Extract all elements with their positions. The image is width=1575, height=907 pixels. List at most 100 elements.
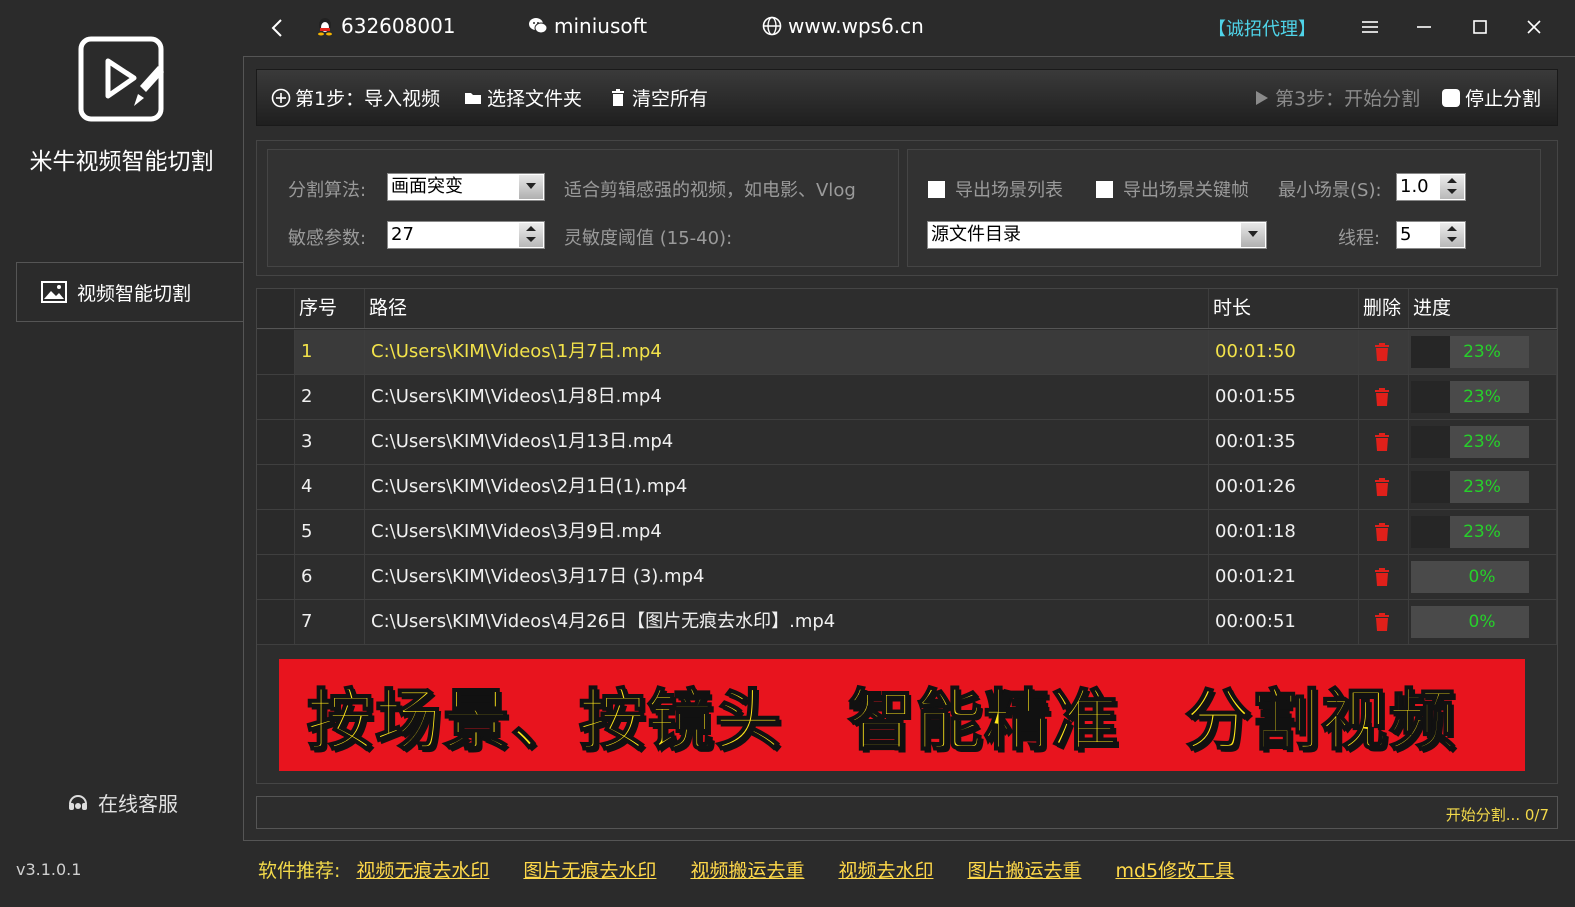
row-gutter[interactable] bbox=[257, 555, 295, 599]
header-index[interactable]: 序号 bbox=[295, 289, 365, 328]
header-progress[interactable]: 进度 bbox=[1409, 289, 1557, 328]
row-delete-cell bbox=[1359, 465, 1409, 509]
table-row[interactable]: 5 C:\Users\KIM\Videos\3月9日.mp4 00:01:18 23% bbox=[257, 510, 1557, 555]
back-arrow-icon[interactable] bbox=[267, 16, 287, 40]
stop-icon bbox=[1442, 88, 1460, 107]
progress-bar: 0% bbox=[1411, 606, 1529, 638]
maximize-icon[interactable] bbox=[1469, 16, 1491, 38]
row-gutter[interactable] bbox=[257, 420, 295, 464]
delete-trash-icon[interactable] bbox=[1374, 342, 1390, 362]
website-url: www.wps6.cn bbox=[788, 14, 924, 38]
table-row[interactable]: 3 C:\Users\KIM\Videos\1月13日.mp4 00:01:35 23… bbox=[257, 420, 1557, 465]
row-path: C:\Users\KIM\Videos\3月9日.mp4 bbox=[365, 510, 1209, 554]
export-keyframes-checkbox[interactable]: 导出场景关键帧 bbox=[1096, 176, 1249, 202]
export-scene-list-checkbox[interactable]: 导出场景列表 bbox=[928, 176, 1063, 202]
qq-penguin-icon bbox=[318, 18, 332, 36]
row-gutter[interactable] bbox=[257, 375, 295, 419]
row-index: 7 bbox=[295, 600, 365, 644]
row-gutter[interactable] bbox=[257, 330, 295, 374]
progress-bar: 23% bbox=[1411, 426, 1529, 458]
website-link[interactable]: www.wps6.cn bbox=[762, 14, 924, 38]
header-path[interactable]: 路径 bbox=[365, 289, 1209, 328]
footer-link[interactable]: 图片无痕去水印 bbox=[523, 856, 656, 883]
delete-trash-icon[interactable] bbox=[1374, 432, 1390, 452]
table-row[interactable]: 4 C:\Users\KIM\Videos\2月1日(1).mp4 00:01:26… bbox=[257, 465, 1557, 510]
close-icon[interactable] bbox=[1523, 16, 1545, 38]
video-table: 序号 路径 时长 删除 进度 1 C:\Users\KIM\Videos\1月7日… bbox=[256, 288, 1558, 784]
wechat-icon bbox=[529, 18, 548, 34]
footer-link[interactable]: 视频去水印 bbox=[838, 856, 933, 883]
sidebar-item-video-split[interactable]: 视频智能切割 bbox=[16, 262, 243, 322]
delete-trash-icon[interactable] bbox=[1374, 567, 1390, 587]
algo-value: 画面突变 bbox=[391, 176, 463, 197]
spin-arrows-icon[interactable] bbox=[519, 223, 543, 247]
output-dir-select[interactable]: 源文件目录 bbox=[927, 221, 1267, 249]
row-gutter[interactable] bbox=[257, 465, 295, 509]
spin-arrows-icon[interactable] bbox=[1440, 175, 1464, 199]
status-bar: 开始分割... 0/7 bbox=[256, 796, 1558, 829]
table-row[interactable]: 1 C:\Users\KIM\Videos\1月7日.mp4 00:01:50 23% bbox=[257, 330, 1557, 375]
spin-arrows-icon[interactable] bbox=[1440, 223, 1464, 247]
menu-icon[interactable] bbox=[1359, 16, 1381, 38]
footer-link[interactable]: md5修改工具 bbox=[1115, 856, 1234, 883]
row-progress-cell: 23% bbox=[1409, 420, 1557, 464]
footer-link[interactable]: 视频无痕去水印 bbox=[356, 856, 489, 883]
row-progress-cell: 23% bbox=[1409, 330, 1557, 374]
import-video-button[interactable]: 第1步：导入视频 bbox=[271, 84, 440, 111]
row-progress-cell: 23% bbox=[1409, 510, 1557, 554]
row-path: C:\Users\KIM\Videos\1月8日.mp4 bbox=[365, 375, 1209, 419]
row-duration: 00:01:55 bbox=[1209, 375, 1359, 419]
online-support-button[interactable]: 在线客服 bbox=[66, 788, 178, 817]
row-delete-cell bbox=[1359, 510, 1409, 554]
table-row[interactable]: 6 C:\Users\KIM\Videos\3月17日 (3).mp4 00:01:… bbox=[257, 555, 1557, 600]
agent-recruit-link[interactable]: 【诚招代理】 bbox=[1208, 15, 1316, 41]
chevron-down-icon bbox=[519, 175, 543, 199]
delete-trash-icon[interactable] bbox=[1374, 522, 1390, 542]
banner-text-2: 智能精准 bbox=[847, 681, 1120, 760]
progress-bar: 23% bbox=[1411, 381, 1529, 413]
status-text: 开始分割... 0/7 bbox=[1445, 806, 1549, 824]
select-folder-button[interactable]: 选择文件夹 bbox=[463, 84, 582, 111]
delete-trash-icon[interactable] bbox=[1374, 477, 1390, 497]
globe-icon bbox=[762, 16, 782, 36]
min-scene-value: 1.0 bbox=[1400, 176, 1429, 197]
row-duration: 00:01:35 bbox=[1209, 420, 1359, 464]
min-scene-stepper[interactable]: 1.0 bbox=[1396, 173, 1466, 201]
delete-trash-icon[interactable] bbox=[1374, 387, 1390, 407]
footer-link[interactable]: 图片搬运去重 bbox=[967, 856, 1081, 883]
table-row[interactable]: 2 C:\Users\KIM\Videos\1月8日.mp4 00:01:55 23% bbox=[257, 375, 1557, 420]
start-split-button[interactable]: 第3步：开始分割 bbox=[1251, 84, 1420, 111]
folder-icon bbox=[465, 92, 481, 104]
clear-all-button[interactable]: 清空所有 bbox=[608, 84, 708, 111]
qq-contact[interactable]: 632608001 bbox=[315, 14, 456, 38]
export-keyframes-label: 导出场景关键帧 bbox=[1123, 180, 1249, 201]
header-duration[interactable]: 时长 bbox=[1209, 289, 1359, 328]
thread-value: 5 bbox=[1400, 224, 1412, 245]
algorithm-select[interactable]: 画面突变 bbox=[387, 173, 545, 201]
app-logo-icon bbox=[78, 36, 164, 122]
chevron-down-icon bbox=[1241, 223, 1265, 247]
table-row[interactable]: 7 C:\Users\KIM\Videos\4月26日【图片无痕去水印】.mp4 0… bbox=[257, 600, 1557, 645]
algo-label: 分割算法: bbox=[288, 180, 367, 201]
wechat-contact[interactable]: miniusoft bbox=[528, 14, 647, 38]
footer-link[interactable]: 视频搬运去重 bbox=[690, 856, 804, 883]
stop-split-button[interactable]: 停止分割 bbox=[1441, 84, 1541, 111]
row-gutter[interactable] bbox=[257, 600, 295, 644]
thread-label: 线程: bbox=[1338, 228, 1381, 249]
row-duration: 00:01:50 bbox=[1209, 330, 1359, 374]
delete-trash-icon[interactable] bbox=[1374, 612, 1390, 632]
thread-stepper[interactable]: 5 bbox=[1396, 221, 1466, 249]
progress-text: 23% bbox=[1463, 432, 1501, 452]
row-progress-cell: 23% bbox=[1409, 375, 1557, 419]
row-delete-cell bbox=[1359, 600, 1409, 644]
sensitivity-stepper[interactable]: 27 bbox=[387, 221, 545, 249]
main-panel: 第1步：导入视频 选择文件夹 清空所有 第3步：开始分割 停止分割 分割算法: … bbox=[243, 56, 1575, 841]
export-scene-list-label: 导出场景列表 bbox=[955, 180, 1063, 201]
qq-number: 632608001 bbox=[341, 14, 456, 38]
progress-bar: 23% bbox=[1411, 471, 1529, 503]
row-gutter[interactable] bbox=[257, 510, 295, 554]
header-delete[interactable]: 删除 bbox=[1359, 289, 1409, 328]
minimize-icon[interactable] bbox=[1413, 16, 1435, 38]
plus-circle-icon bbox=[271, 88, 291, 107]
progress-text: 23% bbox=[1463, 477, 1501, 497]
